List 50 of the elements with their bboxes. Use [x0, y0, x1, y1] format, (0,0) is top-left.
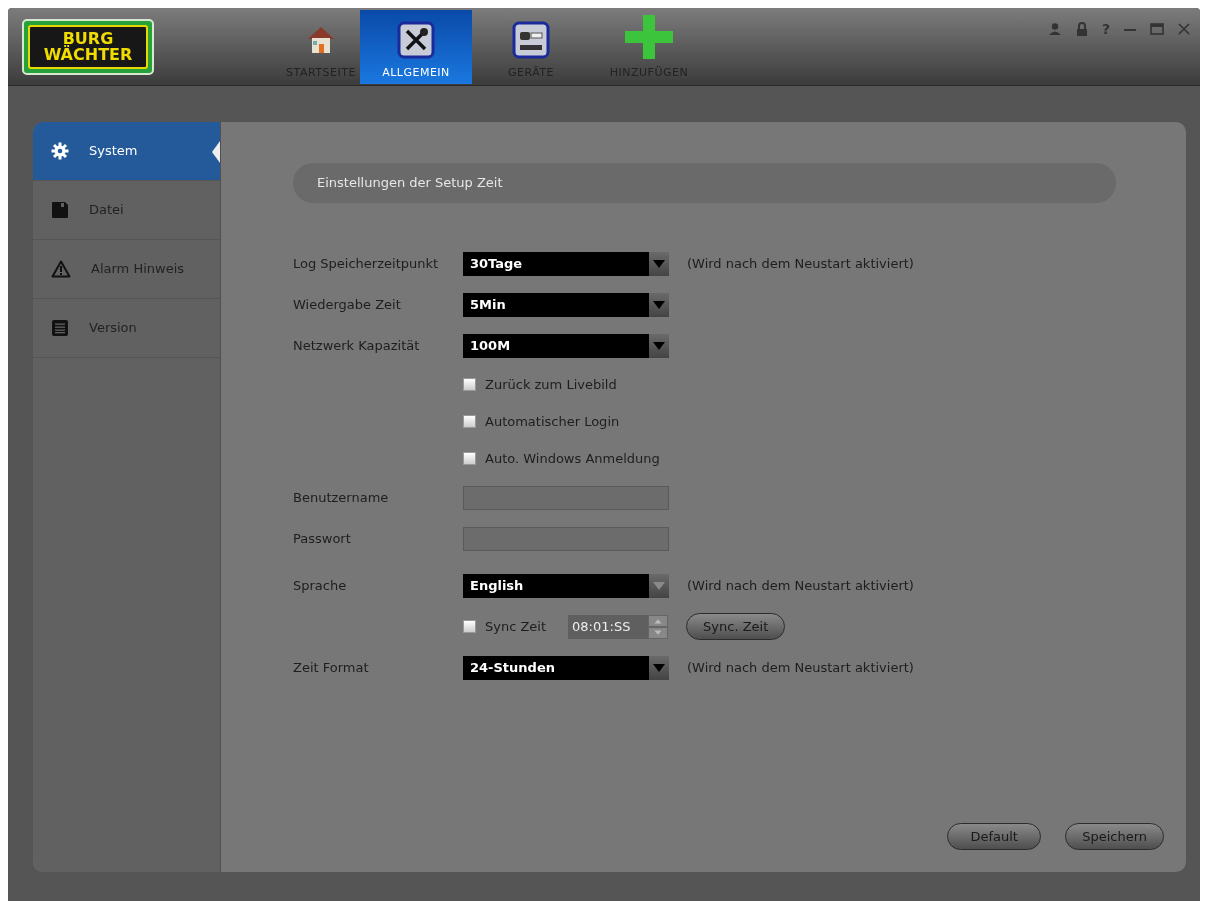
field-label: Netzwerk Kapazität	[293, 336, 421, 355]
sidebar-item[interactable]: Version	[33, 299, 220, 358]
help-button[interactable]: ?	[1101, 22, 1110, 36]
gear-icon	[51, 142, 69, 160]
time-field[interactable]: 08:01:SS	[568, 614, 669, 639]
field-label: Sprache	[293, 576, 348, 595]
sidebar-item[interactable]: System	[33, 122, 220, 181]
plus-icon	[625, 14, 673, 59]
field-label: Wiedergabe Zeit	[293, 295, 402, 314]
checkbox[interactable]	[463, 378, 476, 391]
checkbox[interactable]	[463, 452, 476, 465]
field-label: Passwort	[293, 529, 352, 548]
lock-icon[interactable]	[1075, 22, 1088, 36]
selection-notch-icon	[212, 141, 220, 163]
hint-text: (Wird nach dem Neustart aktiviert)	[687, 576, 914, 595]
spinner-icon[interactable]	[648, 614, 669, 639]
checkbox[interactable]	[463, 620, 476, 633]
input-field[interactable]	[463, 526, 669, 551]
user-icon[interactable]	[1047, 22, 1062, 36]
tools-icon	[397, 20, 435, 59]
hint-text: (Wird nach dem Neustart aktiviert)	[687, 658, 914, 677]
hint-text: (Wird nach dem Neustart aktiviert)	[687, 254, 914, 273]
field-label: Log Speicherzeitpunkt	[293, 254, 440, 273]
list-icon	[51, 319, 69, 337]
dropdown[interactable]: 30Tage	[463, 251, 669, 276]
sidebar-item[interactable]: Alarm Hinweis	[33, 240, 220, 299]
field-label: Zeit Format	[293, 658, 370, 677]
floppy-icon	[51, 201, 69, 219]
action-button[interactable]: Default	[947, 823, 1042, 850]
sidebar-item[interactable]: Datei	[33, 181, 220, 240]
camera-icon	[512, 20, 550, 59]
nav-tab[interactable]: ALLGEMEIN	[360, 10, 472, 84]
field-label: Benutzername	[293, 488, 390, 507]
logo-text: BURG	[62, 31, 114, 47]
section-header: Einstellungen der Setup Zeit	[293, 163, 1116, 203]
action-button[interactable]: Speichern	[1065, 823, 1164, 850]
checkbox[interactable]	[463, 415, 476, 428]
dropdown[interactable]: 5Min	[463, 292, 669, 317]
input-field[interactable]	[463, 485, 669, 510]
checkbox-option[interactable]: Auto. Windows Anmeldung	[463, 448, 660, 469]
maximize-icon[interactable]	[1150, 22, 1164, 36]
checkbox-option[interactable]: Sync Zeit	[463, 616, 547, 637]
dropdown[interactable]: 100M	[463, 333, 669, 358]
sync-button[interactable]: Sync. Zeit	[686, 613, 786, 640]
checkbox-option[interactable]: Zurück zum Livebild	[463, 374, 617, 395]
warning-icon	[51, 260, 71, 278]
checkbox-option[interactable]: Automatischer Login	[463, 411, 620, 432]
logo-text: WÄCHTER	[43, 47, 133, 63]
dropdown[interactable]: 24-Stunden	[463, 655, 669, 680]
close-icon[interactable]	[1178, 22, 1190, 36]
